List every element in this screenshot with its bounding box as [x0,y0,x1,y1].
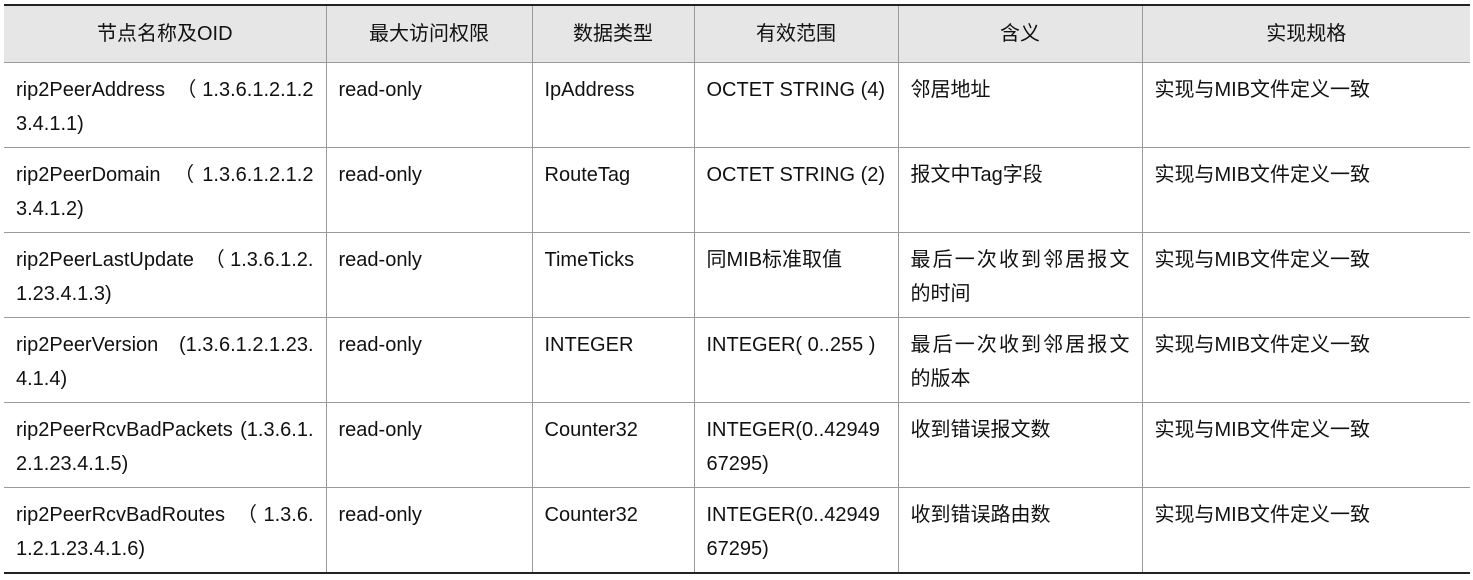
cell-implementation-spec: 实现与MIB文件定义一致 [1141,402,1470,488]
cell-max-access: read-only [325,317,533,403]
cell-implementation-spec: 实现与MIB文件定义一致 [1141,487,1470,573]
mib-table-container: 节点名称及OID 最大访问权限 数据类型 有效范围 含义 实现规格 rip2Pe… [4,4,1470,574]
cell-implementation-spec: 实现与MIB文件定义一致 [1141,147,1470,233]
cell-node-name-oid: rip2PeerDomain （1.3.6.1.2.1.23.4.1.2) [4,147,327,233]
cell-valid-range: OCTET STRING (2) [693,147,899,233]
cell-valid-range: INTEGER(0..4294967295) [693,402,899,488]
cell-meaning: 最后一次收到邻居报文的时间 [897,232,1143,318]
cell-meaning: 邻居地址 [897,62,1143,148]
table-row: rip2PeerLastUpdate （1.3.6.1.2.1.23.4.1.3… [4,232,1470,318]
cell-max-access: read-only [325,147,533,233]
table-header-row: 节点名称及OID 最大访问权限 数据类型 有效范围 含义 实现规格 [4,5,1470,63]
header-valid-range: 有效范围 [693,5,899,63]
cell-valid-range: OCTET STRING (4) [693,62,899,148]
cell-data-type: IpAddress [531,62,695,148]
cell-data-type: Counter32 [531,487,695,573]
cell-node-name-oid: rip2PeerVersion (1.3.6.1.2.1.23.4.1.4) [4,317,327,403]
cell-node-name-oid: rip2PeerRcvBadRoutes （1.3.6.1.2.1.23.4.1… [4,487,327,573]
cell-meaning: 收到错误报文数 [897,402,1143,488]
header-data-type: 数据类型 [531,5,695,63]
cell-max-access: read-only [325,232,533,318]
header-implementation-spec: 实现规格 [1141,5,1470,63]
cell-implementation-spec: 实现与MIB文件定义一致 [1141,232,1470,318]
cell-data-type: Counter32 [531,402,695,488]
cell-valid-range: INTEGER(0..4294967295) [693,487,899,573]
header-meaning: 含义 [897,5,1143,63]
cell-meaning: 报文中Tag字段 [897,147,1143,233]
header-max-access: 最大访问权限 [325,5,533,63]
table-row: rip2PeerAddress （1.3.6.1.2.1.23.4.1.1) r… [4,62,1470,148]
cell-implementation-spec: 实现与MIB文件定义一致 [1141,317,1470,403]
cell-max-access: read-only [325,487,533,573]
cell-node-name-oid: rip2PeerLastUpdate （1.3.6.1.2.1.23.4.1.3… [4,232,327,318]
table-row: rip2PeerVersion (1.3.6.1.2.1.23.4.1.4) r… [4,317,1470,403]
cell-implementation-spec: 实现与MIB文件定义一致 [1141,62,1470,148]
mib-node-table: 节点名称及OID 最大访问权限 数据类型 有效范围 含义 实现规格 rip2Pe… [4,4,1470,574]
cell-valid-range: INTEGER( 0..255 ) [693,317,899,403]
header-node-name-oid: 节点名称及OID [4,5,327,63]
cell-node-name-oid: rip2PeerRcvBadPackets (1.3.6.1.2.1.23.4.… [4,402,327,488]
cell-data-type: TimeTicks [531,232,695,318]
cell-data-type: INTEGER [531,317,695,403]
cell-valid-range: 同MIB标准取值 [693,232,899,318]
table-row: rip2PeerRcvBadRoutes （1.3.6.1.2.1.23.4.1… [4,487,1470,573]
cell-meaning: 收到错误路由数 [897,487,1143,573]
cell-node-name-oid: rip2PeerAddress （1.3.6.1.2.1.23.4.1.1) [4,62,327,148]
cell-max-access: read-only [325,402,533,488]
cell-max-access: read-only [325,62,533,148]
cell-meaning: 最后一次收到邻居报文的版本 [897,317,1143,403]
table-row: rip2PeerRcvBadPackets (1.3.6.1.2.1.23.4.… [4,402,1470,488]
cell-data-type: RouteTag [531,147,695,233]
table-row: rip2PeerDomain （1.3.6.1.2.1.23.4.1.2) re… [4,147,1470,233]
